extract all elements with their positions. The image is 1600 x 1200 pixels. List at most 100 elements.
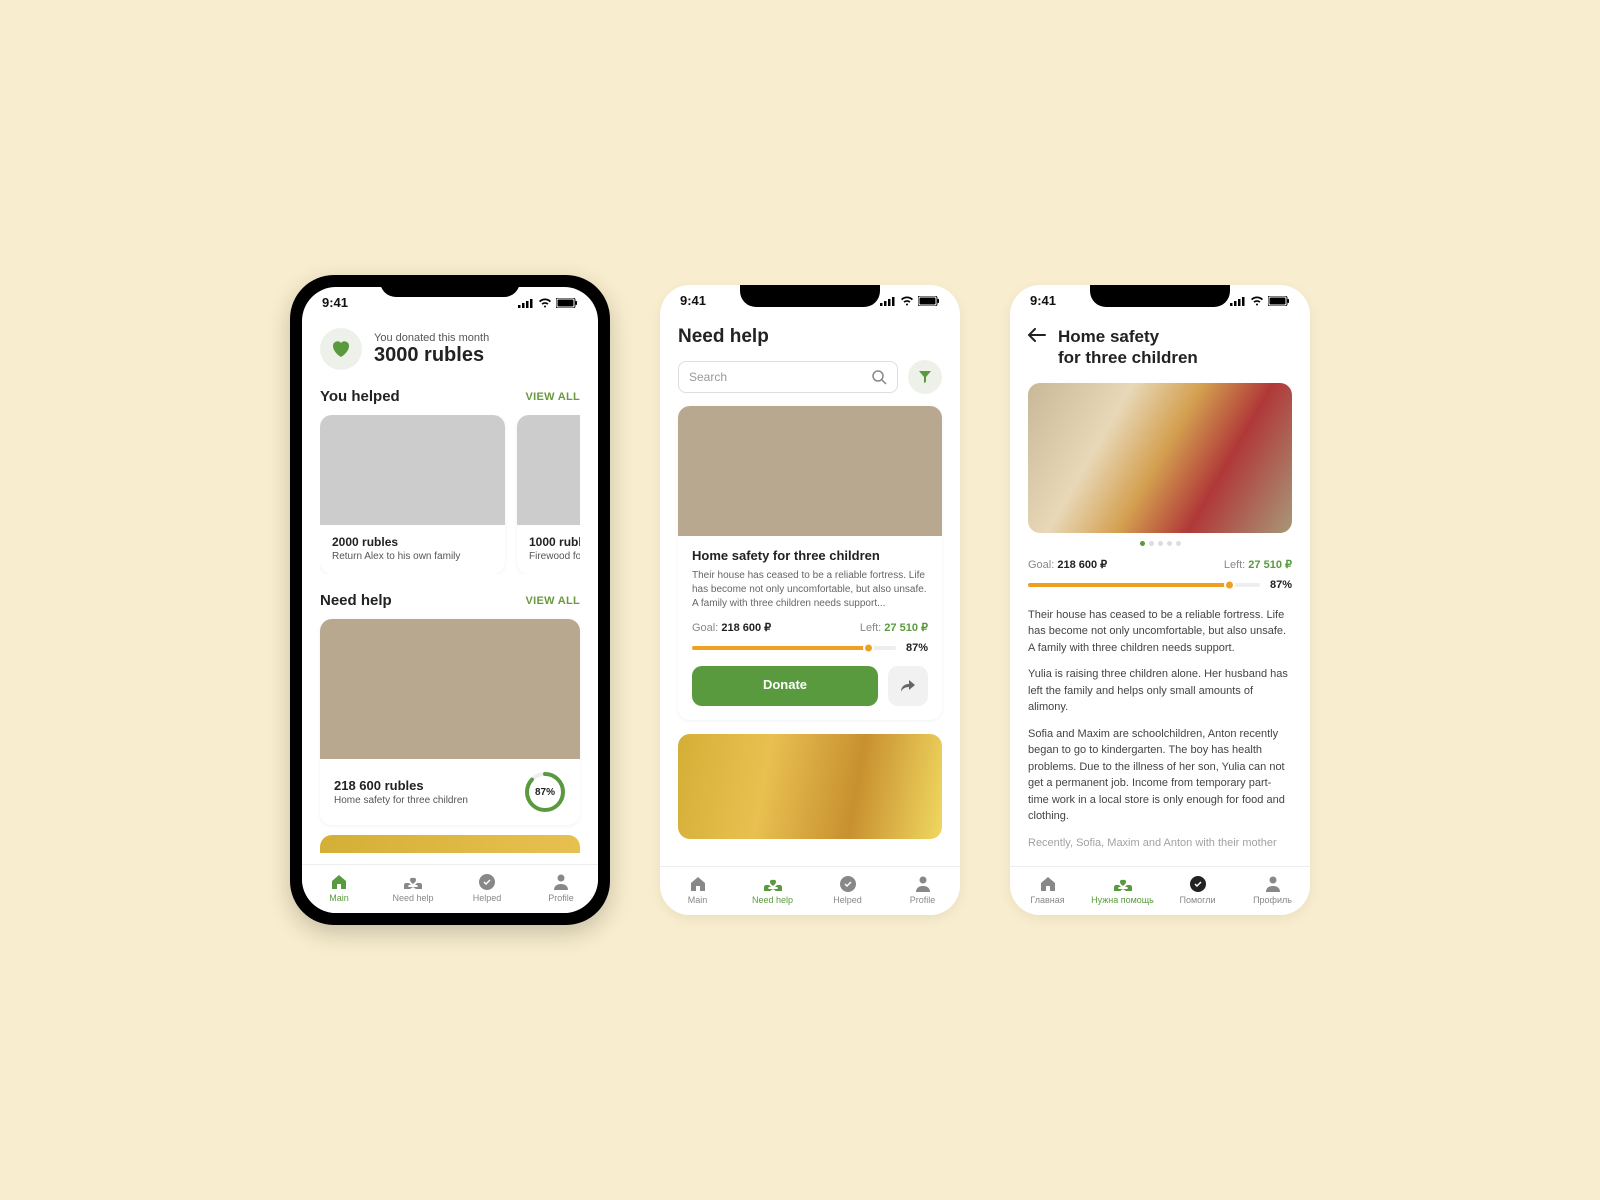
card-desc: Home safety for three children [334,795,468,806]
helped-card[interactable]: 1000 rubles Firewood for th [517,415,580,574]
bottom-nav: Main Need help Helped Profile [302,864,598,913]
phone-1: 9:41 You donated this month 3000 rubles … [290,275,610,925]
you-helped-title: You helped [320,388,400,405]
card-image [678,406,942,536]
nav-helped[interactable]: Helped [810,867,885,915]
left-value: 27 510 ₽ [884,622,928,634]
dot[interactable] [1158,541,1163,546]
status-time: 9:41 [680,293,706,308]
user-icon [914,875,932,893]
card-amount: 2000 rubles [332,535,493,549]
nav-need-help[interactable]: Need help [735,867,810,915]
nav-need-help[interactable]: Нужна помощь [1085,867,1160,915]
wifi-icon [1250,296,1264,306]
wifi-icon [538,298,552,308]
dot[interactable] [1149,541,1154,546]
home-icon [330,873,348,891]
nav-helped[interactable]: Помогли [1160,867,1235,915]
you-helped-view-all[interactable]: VIEW ALL [525,391,580,403]
nav-main[interactable]: Главная [1010,867,1085,915]
need-help-view-all[interactable]: VIEW ALL [525,595,580,607]
helped-card[interactable]: 2000 rubles Return Alex to his own famil… [320,415,505,574]
check-circle-icon [1189,875,1207,893]
page-title: Need help [678,326,942,348]
nav-profile[interactable]: Profile [524,865,598,913]
left-label: Left: [1224,559,1245,571]
page-title: Home safety for three children [1058,326,1198,369]
goal-label: Goal: [1028,559,1054,571]
goal-value: 218 600 ₽ [1057,559,1107,571]
card-amount: 218 600 rubles [334,778,468,793]
user-icon [552,873,570,891]
filter-button[interactable] [908,360,942,394]
carousel-dots[interactable] [1028,541,1292,546]
wifi-icon [900,296,914,306]
battery-icon [556,298,578,308]
signal-icon [880,296,896,306]
card-desc: Return Alex to his own family [332,551,493,562]
campaign-card[interactable]: Home safety for three children Their hou… [678,406,942,720]
donation-banner: You donated this month 3000 rubles [320,328,580,370]
phone-3: 9:41 Home safety for three children Goal… [1010,285,1310,915]
card-desc: Firewood for th [529,551,580,562]
need-card[interactable]: 218 600 rubles Home safety for three chi… [320,619,580,825]
dot[interactable] [1167,541,1172,546]
nav-helped[interactable]: Helped [450,865,524,913]
paragraph: Their house has ceased to be a reliable … [1028,607,1292,657]
paragraph: Sofia and Maxim are schoolchildren, Anto… [1028,726,1292,825]
card-title: Home safety for three children [692,548,928,563]
battery-icon [1268,296,1290,306]
paragraph: Yulia is raising three children alone. H… [1028,666,1292,716]
campaign-card-peek[interactable] [678,734,942,839]
share-button[interactable] [888,666,928,706]
progress-pct: 87% [906,642,928,654]
goal-value: 218 600 ₽ [721,622,771,634]
card-desc: Their house has ceased to be a reliable … [692,569,928,611]
card-image [517,415,580,525]
status-time: 9:41 [322,295,348,310]
donation-amount: 3000 rubles [374,344,489,367]
bottom-nav: Main Need help Helped Profile [660,866,960,915]
nav-profile[interactable]: Profile [885,867,960,915]
heart-icon [320,328,362,370]
user-icon [1264,875,1282,893]
filter-icon [918,370,932,384]
progress-pct: 87% [1270,579,1292,591]
card-amount: 1000 rubles [529,535,580,549]
need-help-title: Need help [320,592,392,609]
hands-heart-icon [1114,875,1132,893]
nav-main[interactable]: Main [660,867,735,915]
goal-label: Goal: [692,622,718,634]
back-button[interactable] [1028,326,1046,347]
signal-icon [1230,296,1246,306]
paragraph: Recently, Sofia, Maxim and Anton with th… [1028,835,1292,852]
you-helped-list[interactable]: 2000 rubles Return Alex to his own famil… [320,415,580,574]
nav-profile[interactable]: Профиль [1235,867,1310,915]
home-icon [689,875,707,893]
signal-icon [518,298,534,308]
card-image [320,415,505,525]
battery-icon [918,296,940,306]
arrow-left-icon [1028,328,1046,342]
share-icon [900,679,916,693]
bottom-nav: Главная Нужна помощь Помогли Профиль [1010,866,1310,915]
left-value: 27 510 ₽ [1248,559,1292,571]
peek-card [320,835,580,853]
nav-main[interactable]: Main [302,865,376,913]
dot[interactable] [1176,541,1181,546]
progress-radial: 87% [524,771,566,813]
hands-heart-icon [404,873,422,891]
check-circle-icon [478,873,496,891]
nav-need-help[interactable]: Need help [376,865,450,913]
progress-bar: 87% [692,642,928,654]
search-input[interactable]: Search [678,361,898,393]
status-time: 9:41 [1030,293,1056,308]
donate-button[interactable]: Donate [692,666,878,706]
hero-image[interactable] [1028,383,1292,533]
home-icon [1039,875,1057,893]
dot[interactable] [1140,541,1145,546]
search-placeholder: Search [689,370,727,384]
progress-bar: 87% [1028,579,1292,591]
donation-label: You donated this month [374,332,489,344]
notch [740,285,880,307]
